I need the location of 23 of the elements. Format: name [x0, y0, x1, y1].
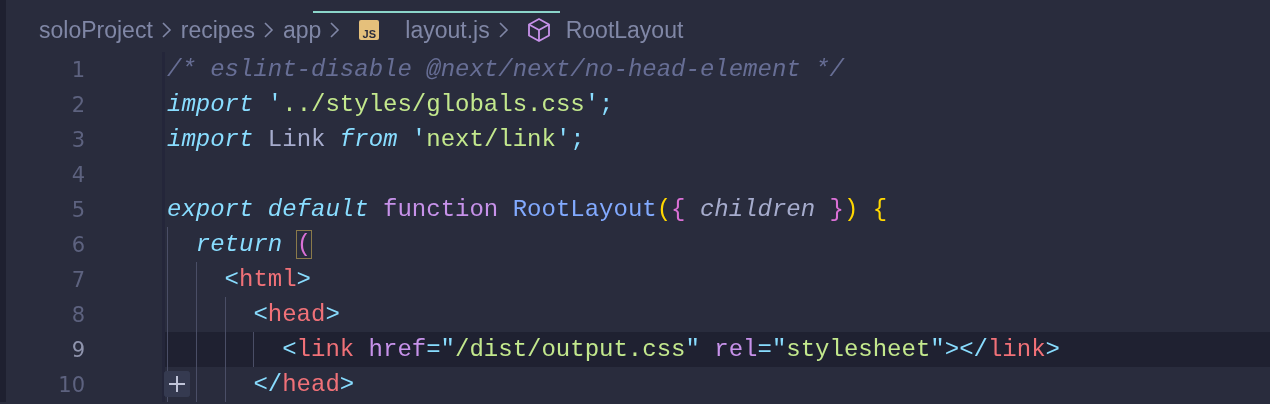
line-number: 8: [70, 302, 85, 327]
line-number: 7: [70, 267, 85, 292]
line-number: 1: [70, 57, 85, 82]
breadcrumb-item[interactable]: recipes: [180, 12, 255, 48]
line-number: 9: [70, 337, 85, 362]
line-number: 2: [70, 92, 85, 117]
line-number: 6: [70, 232, 85, 257]
code-line: import Link from 'next/link';: [166, 125, 586, 155]
code-line: /* eslint-disable @next/next/no-head-element */: [166, 55, 846, 85]
line-number: 5: [70, 197, 85, 222]
code-line: import '../styles/globals.css';: [166, 90, 615, 120]
breadcrumb-item[interactable]: soloProject: [39, 12, 153, 48]
js-file-icon: JS: [359, 20, 380, 40]
line-number: 4: [70, 162, 85, 187]
breadcrumb-item[interactable]: app: [282, 12, 322, 48]
breadcrumb-item[interactable]: RootLayout: [565, 12, 684, 48]
code-line: export default function RootLayout({ children }) {: [166, 195, 889, 225]
breadcrumb-item[interactable]: layout.js: [405, 12, 490, 48]
code-line: return (: [165, 227, 1270, 262]
line-number: 10: [57, 372, 85, 397]
code-line: <html>: [165, 262, 1270, 297]
cube-icon: [525, 17, 552, 43]
line-number: 3: [70, 127, 85, 152]
